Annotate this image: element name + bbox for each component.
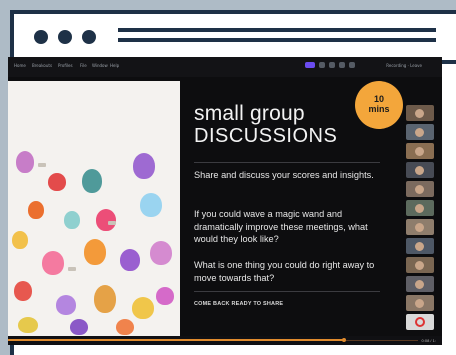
window-dot-3[interactable] [82, 30, 96, 44]
menu-item-home[interactable]: Home [14, 63, 26, 68]
share-icon[interactable] [329, 62, 335, 68]
scrubber-progress [8, 339, 345, 341]
slide-divider-2 [194, 291, 380, 292]
participant-tile[interactable] [406, 143, 434, 159]
window-dot-1[interactable] [34, 30, 48, 44]
playback-time: 0:08 / 1: [421, 338, 436, 343]
menu-item-breakouts[interactable]: Breakouts [32, 63, 52, 68]
menu-item-profiles[interactable]: Profiles [58, 63, 73, 68]
lightbulb-photo [8, 81, 180, 337]
participant-tile-muted[interactable] [406, 314, 434, 330]
chat-icon[interactable] [339, 62, 345, 68]
mic-icon[interactable] [319, 62, 325, 68]
participant-video-strip [406, 105, 436, 335]
menu-item-window[interactable]: Window [92, 63, 108, 68]
participant-tile[interactable] [406, 219, 434, 235]
window-dot-2[interactable] [58, 30, 72, 44]
participant-tile[interactable] [406, 181, 434, 197]
slide-paragraph-2: If you could wave a magic wand and drama… [194, 209, 368, 244]
meeting-screen: Home Breakouts Profiles File Window Help… [8, 57, 442, 345]
participant-tile[interactable] [406, 124, 434, 140]
participant-tile[interactable] [406, 276, 434, 292]
participant-tile[interactable] [406, 238, 434, 254]
scrubber-handle[interactable] [342, 338, 347, 342]
menu-item-file[interactable]: File [80, 63, 87, 68]
slide-divider-1 [194, 162, 380, 163]
menu-right-status[interactable]: Recording · Leave [386, 63, 422, 68]
timer-badge-number: 10 [373, 94, 384, 104]
timer-badge: 10 mins [355, 81, 403, 129]
participant-tile[interactable] [406, 257, 434, 273]
people-icon[interactable] [349, 62, 355, 68]
participant-tile[interactable] [406, 162, 434, 178]
address-bar-line-1 [118, 28, 436, 32]
slide-call-to-action: COME BACK READY TO SHARE [194, 301, 284, 307]
playback-scrubber[interactable]: 0:08 / 1: [8, 336, 442, 345]
timer-badge-unit: mins [368, 104, 390, 114]
participant-tile[interactable] [406, 105, 434, 121]
slide-paragraph-3: What is one thing you could do right awa… [194, 260, 375, 283]
menu-item-help[interactable]: Help [110, 63, 119, 68]
slide-title-line-1: small group [194, 102, 305, 125]
slide-title-line-2: DISCUSSIONS [194, 125, 338, 147]
slide-paragraph-1: Share and discuss your scores and insigh… [194, 170, 374, 180]
video-icon[interactable] [305, 62, 315, 68]
participant-tile[interactable] [406, 295, 434, 311]
address-bar-line-2 [118, 38, 436, 42]
no-video-icon [415, 317, 425, 327]
app-menubar: Home Breakouts Profiles File Window Help… [8, 57, 442, 77]
participant-tile[interactable] [406, 200, 434, 216]
